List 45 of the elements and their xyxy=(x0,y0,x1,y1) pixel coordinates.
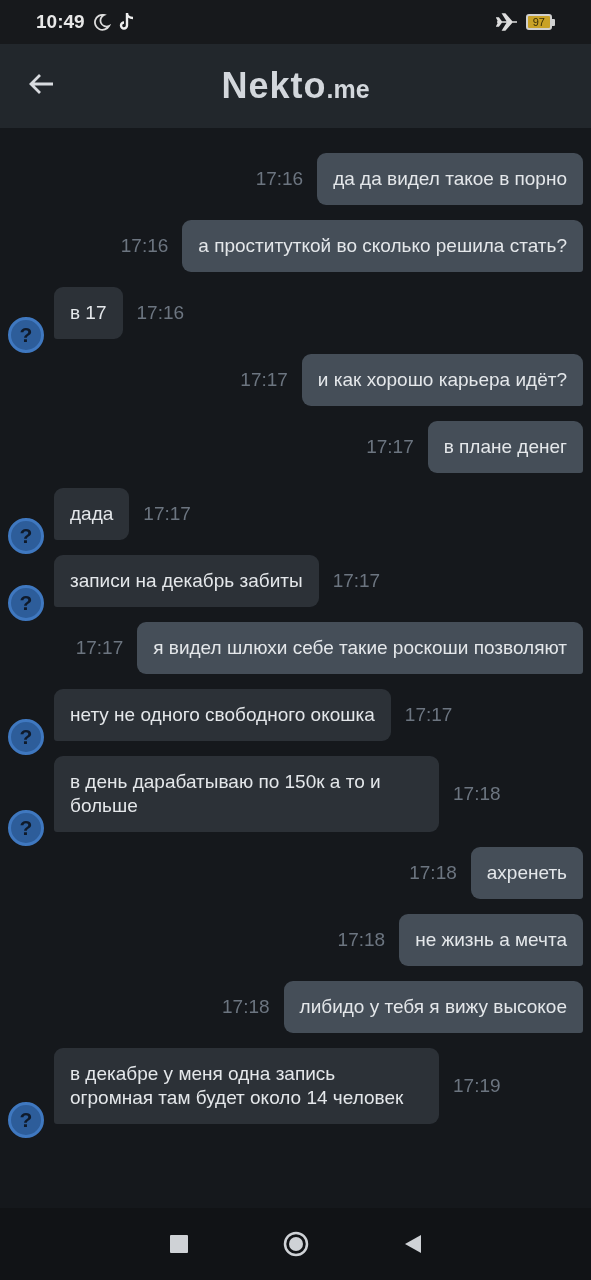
message-time: 17:17 xyxy=(240,369,288,391)
message-bubble: в плане денег xyxy=(427,421,583,473)
message-bubble: либидо у тебя я вижу высокое xyxy=(283,981,583,1033)
message-time: 17:16 xyxy=(255,168,304,190)
message-bubble: в день дарабатываю по 150к а то и больше xyxy=(54,756,439,832)
user-avatar[interactable]: ? xyxy=(8,518,44,554)
message-time: 17:16 xyxy=(120,235,169,257)
message-time: 17:17 xyxy=(366,436,414,458)
message-time: 17:17 xyxy=(75,637,124,659)
message-time: 17:17 xyxy=(332,570,381,592)
message-time: 17:19 xyxy=(453,1075,501,1097)
message-bubble: в 17 xyxy=(54,287,123,339)
home-icon[interactable] xyxy=(282,1231,309,1257)
logo-suffix: .me xyxy=(326,75,370,104)
battery-icon: 97 xyxy=(525,14,555,30)
message-time: 17:18 xyxy=(337,929,386,951)
user-avatar[interactable]: ? xyxy=(8,810,44,846)
message-time: 17:18 xyxy=(222,996,270,1018)
message-bubble: ахренеть xyxy=(470,847,583,899)
message-bubble: записи на декабрь забиты xyxy=(54,555,319,607)
clock-time: 10:49 xyxy=(36,11,85,33)
message-time: 17:17 xyxy=(143,503,191,525)
message-bubble: да да видел такое в порно xyxy=(317,153,583,205)
message-bubble: не жизнь а мечта xyxy=(399,914,583,966)
user-avatar[interactable]: ? xyxy=(8,719,44,755)
user-avatar[interactable]: ? xyxy=(8,317,44,353)
message-bubble: а проституткой во сколько решила стать? xyxy=(182,220,583,272)
message-bubble: нету не одного свободного окошка xyxy=(54,689,391,741)
message-time: 17:18 xyxy=(409,862,457,884)
message-time: 17:17 xyxy=(404,704,453,726)
user-avatar[interactable]: ? xyxy=(8,585,44,621)
message-bubble: дада xyxy=(54,488,130,540)
music-note-icon xyxy=(118,12,135,32)
back-arrow-icon[interactable] xyxy=(28,73,54,95)
recent-apps-icon[interactable] xyxy=(169,1235,188,1253)
logo-text: Nekto xyxy=(221,65,327,107)
message-time: 17:16 xyxy=(136,302,185,324)
user-avatar[interactable]: ? xyxy=(8,1102,44,1138)
message-time: 17:18 xyxy=(453,783,501,805)
airplane-icon xyxy=(495,12,518,32)
message-bubble: в декабре у меня одна запись огромная там будет около 14 человек xyxy=(54,1048,439,1124)
message-bubble: и как хорошо карьера идёт? xyxy=(301,354,583,406)
message-bubble: я видел шлюхи себе такие роскоши позволяют xyxy=(137,622,583,674)
moon-icon xyxy=(92,13,111,31)
back-icon[interactable] xyxy=(403,1234,422,1254)
